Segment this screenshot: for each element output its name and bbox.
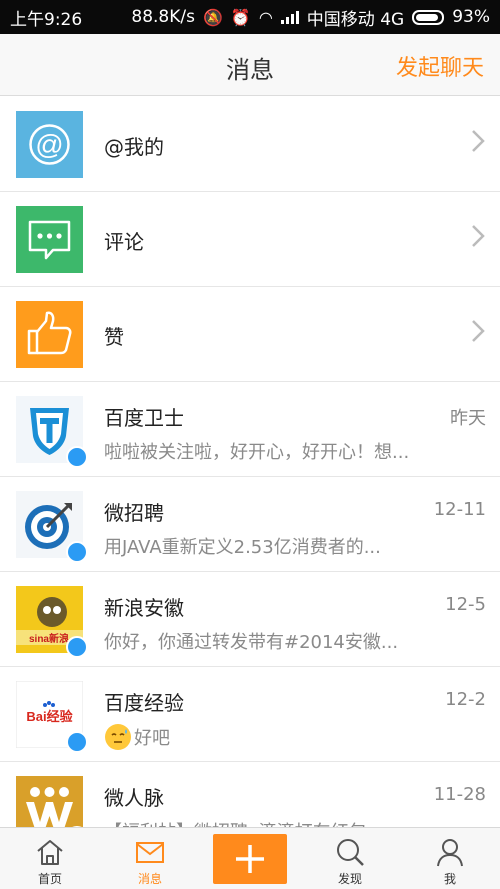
battery-level: 93%	[452, 7, 490, 27]
carrier-label: 中国移动 4G	[306, 9, 405, 30]
contact-name: 微招聘	[104, 501, 164, 525]
start-chat-button[interactable]: 发起聊天	[396, 50, 484, 82]
signal-icon	[280, 10, 299, 24]
message-time: 11-28	[433, 784, 486, 805]
tab-me[interactable]: 我	[400, 828, 500, 889]
network-speed: 88.8K/s	[131, 7, 195, 27]
compose-button[interactable]	[213, 834, 287, 884]
message-preview-text: 好吧	[134, 728, 170, 749]
message-list: @ @我的 评论 赞 百度卫士 昨天 啦啦被关注啦，好开心，好开心！想... 微…	[0, 97, 500, 857]
verified-badge-icon	[66, 541, 88, 563]
contact-name: 新浪安徽	[104, 596, 184, 620]
home-icon	[37, 840, 63, 865]
tab-home[interactable]: 首页	[0, 828, 100, 889]
message-time: 昨天	[450, 408, 486, 429]
message-preview: 啦啦被关注啦，好开心，好开心！想...	[104, 442, 410, 463]
header: 消息 发起聊天	[0, 34, 500, 96]
battery-icon	[412, 9, 445, 25]
conversation-row[interactable]: sina新浪 新浪安徽 12-5 你好，你通过转发带有#2014安徽...	[0, 572, 500, 667]
status-time: 上午9:26	[10, 9, 83, 30]
mentions-label: @我的	[104, 135, 164, 159]
envelope-icon	[136, 842, 164, 863]
bottom-tab-bar: 首页 消息 发现 我	[0, 827, 500, 889]
tab-discover-label: 发现	[337, 872, 362, 886]
verified-badge-icon	[66, 636, 88, 658]
mute-icon: 🔕	[202, 7, 223, 27]
sweat-emoji-icon	[105, 724, 131, 750]
chevron-right-icon	[472, 225, 485, 247]
person-icon	[437, 839, 463, 867]
alarm-icon: ⏰	[230, 7, 251, 27]
conversation-row[interactable]: 百度卫士 昨天 啦啦被关注啦，好开心，好开心！想...	[0, 382, 500, 477]
chevron-right-icon	[472, 320, 485, 342]
mention-glyph: @	[35, 129, 63, 160]
mention-icon: @	[16, 111, 83, 178]
mentions-row[interactable]: @ @我的	[0, 97, 500, 192]
baidu-logo-text: Bai经验	[26, 709, 73, 724]
verified-badge-icon	[66, 731, 88, 753]
conversation-row[interactable]: 微招聘 12-11 用JAVA重新定义2.53亿消费者的...	[0, 477, 500, 572]
message-time: 12-5	[445, 594, 486, 615]
status-bar: 上午9:26 88.8K/s 🔕 ⏰ ◠ 中国移动 4G 93%	[0, 0, 500, 34]
thumbs-up-icon	[16, 301, 83, 368]
contact-name: 百度经验	[104, 691, 184, 715]
message-time: 12-11	[433, 499, 486, 520]
message-preview: 你好，你通过转发带有#2014安徽...	[104, 632, 399, 653]
tab-messages[interactable]: 消息	[100, 828, 200, 889]
wifi-icon: ◠	[258, 7, 273, 27]
conversation-row[interactable]: Bai经验 百度经验 12-2 好吧	[0, 667, 500, 762]
comments-row[interactable]: 评论	[0, 192, 500, 287]
message-time: 12-2	[445, 689, 486, 710]
message-preview: 好吧	[104, 723, 444, 751]
status-right: 88.8K/s 🔕 ⏰ ◠ 中国移动 4G 93%	[131, 5, 490, 30]
tab-messages-label: 消息	[137, 872, 162, 886]
message-preview: 用JAVA重新定义2.53亿消费者的...	[104, 537, 381, 558]
tab-me-label: 我	[443, 872, 456, 886]
sina-logo-text: sina新浪	[29, 632, 69, 645]
tab-discover[interactable]: 发现	[300, 828, 400, 889]
verified-badge-icon	[66, 446, 88, 468]
plus-icon	[236, 845, 264, 873]
chevron-right-icon	[472, 130, 485, 152]
search-icon	[337, 839, 364, 866]
likes-row[interactable]: 赞	[0, 287, 500, 382]
comment-icon	[16, 206, 83, 273]
contact-name: 微人脉	[104, 786, 164, 810]
likes-label: 赞	[104, 325, 124, 349]
tab-home-label: 首页	[37, 872, 62, 886]
comments-label: 评论	[104, 230, 144, 254]
contact-name: 百度卫士	[104, 406, 184, 430]
